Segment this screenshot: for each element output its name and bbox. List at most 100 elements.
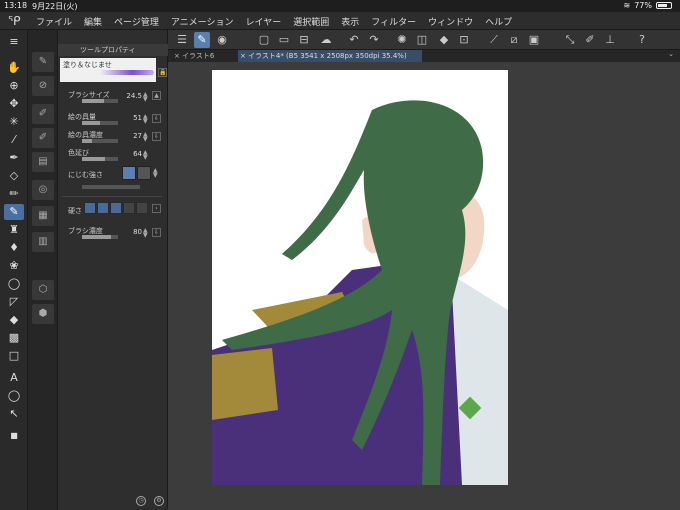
subtool-thick-icon[interactable]: ✐ bbox=[32, 128, 54, 148]
subtool-3d-alt-icon[interactable]: ⬢ bbox=[32, 304, 54, 324]
open-folder-icon[interactable]: ▭ bbox=[276, 32, 292, 48]
menu-edit[interactable]: 編集 bbox=[84, 15, 102, 28]
hardness-step-5[interactable] bbox=[136, 202, 148, 214]
reset-icon[interactable]: ◷ bbox=[136, 496, 146, 506]
subtool-watercolor-icon[interactable]: ✐ bbox=[32, 104, 54, 124]
brush-density-pen-icon[interactable]: ⇩ bbox=[152, 228, 161, 237]
brush-size-value[interactable]: 24.5 bbox=[118, 92, 142, 100]
brush-density-stepper[interactable]: ▲ ▼ bbox=[143, 228, 148, 239]
paint-amount-pen-icon[interactable]: ⇩ bbox=[152, 114, 161, 123]
magic-wand-icon[interactable]: ✳ bbox=[4, 114, 24, 130]
tab-illust4[interactable]: × イラスト4* (B5 3541 x 2508px 350dpi 35.4%) bbox=[238, 50, 422, 62]
hamburger-icon[interactable]: ☰ bbox=[174, 32, 190, 48]
zoom-icon[interactable]: ⊕ bbox=[4, 78, 24, 94]
blend-slider[interactable] bbox=[82, 185, 140, 189]
menu-view[interactable]: 表示 bbox=[341, 15, 359, 28]
menu-layer[interactable]: レイヤー bbox=[246, 15, 282, 28]
menu-help[interactable]: ヘルプ bbox=[485, 15, 512, 28]
crop-icon[interactable]: ⧄ bbox=[506, 32, 522, 48]
subtool-layer-icon[interactable]: ▤ bbox=[32, 152, 54, 172]
undo-icon[interactable]: ↶ bbox=[346, 32, 362, 48]
color-stretch-slider[interactable] bbox=[82, 157, 118, 161]
eraser-icon[interactable]: ◇ bbox=[4, 168, 24, 184]
paint-density-pen-icon[interactable]: ⇩ bbox=[152, 132, 161, 141]
brush-size-stepper[interactable]: ▲ ▼ bbox=[143, 92, 148, 103]
hand-icon[interactable]: ✋ bbox=[4, 60, 24, 76]
brush-size-slider[interactable] bbox=[82, 99, 118, 103]
blend-mode-b-icon[interactable] bbox=[137, 166, 151, 180]
paint-amount-stepper[interactable]: ▲ ▼ bbox=[143, 114, 148, 125]
subtool-brush-icon[interactable]: ✎ bbox=[32, 52, 54, 72]
color-chip[interactable]: ■ bbox=[4, 430, 24, 442]
hardness-step-4[interactable] bbox=[123, 202, 135, 214]
airbrush-icon[interactable]: ♜ bbox=[4, 222, 24, 238]
new-file-icon[interactable]: ▢ bbox=[256, 32, 272, 48]
hardness-step-2[interactable] bbox=[97, 202, 109, 214]
frame-tool-icon[interactable]: □ bbox=[4, 348, 24, 364]
blend-stepper[interactable]: ▲ ▼ bbox=[153, 168, 158, 179]
correct-line-icon[interactable]: ↖ bbox=[4, 406, 24, 422]
brush-size-toggle-icon[interactable]: ▲ bbox=[152, 91, 161, 100]
subtool-material-icon[interactable]: ▥ bbox=[32, 232, 54, 252]
subtool-property-icon[interactable]: ▦ bbox=[32, 206, 54, 226]
brush-preset[interactable]: 塗り＆なじませ bbox=[60, 58, 156, 82]
tab-dropdown-icon[interactable]: ⌄ bbox=[668, 50, 674, 58]
tab-illust6[interactable]: × イラスト6 bbox=[172, 50, 236, 62]
tab-close-icon[interactable]: × bbox=[240, 50, 246, 62]
hardness-step-1[interactable] bbox=[84, 202, 96, 214]
frame-icon[interactable]: ▣ bbox=[526, 32, 542, 48]
pen-smooth-icon[interactable]: ✐ bbox=[582, 32, 598, 48]
paint-density-value[interactable]: 27 bbox=[118, 132, 142, 140]
hardness-expand-icon[interactable]: › bbox=[152, 204, 161, 213]
eye-icon[interactable]: ◉ bbox=[214, 32, 230, 48]
decoration-icon[interactable]: ❀ bbox=[4, 258, 24, 274]
wrench-icon[interactable]: ⚙ bbox=[154, 496, 164, 506]
hardness-selector[interactable] bbox=[84, 202, 150, 216]
fill-icon[interactable]: ◆ bbox=[436, 32, 452, 48]
blend-icon[interactable]: ♦ bbox=[4, 240, 24, 256]
clear-icon[interactable]: ✺ bbox=[394, 32, 410, 48]
paint-amount-value[interactable]: 51 bbox=[118, 114, 142, 122]
pen-ruler-icon[interactable]: ⊥ bbox=[602, 32, 618, 48]
menu-page[interactable]: ページ管理 bbox=[114, 15, 159, 28]
color-stretch-value[interactable]: 64 bbox=[118, 150, 142, 158]
hardness-step-3[interactable] bbox=[110, 202, 122, 214]
preset-lock-icon[interactable]: 🔒 bbox=[158, 68, 167, 77]
clear-selection-icon[interactable]: ◫ bbox=[414, 32, 430, 48]
menu-selection[interactable]: 選択範囲 bbox=[293, 15, 329, 28]
menu-window[interactable]: ウィンドウ bbox=[428, 15, 473, 28]
correction-icon[interactable]: ⤡ bbox=[562, 32, 578, 48]
brush-icon[interactable]: ✎ bbox=[4, 204, 24, 220]
blend-mode-a-icon[interactable] bbox=[122, 166, 136, 180]
gradient-icon[interactable]: ▩ bbox=[4, 330, 24, 346]
lasso-icon[interactable]: ◯ bbox=[4, 276, 24, 292]
transform-icon[interactable]: ⊡ bbox=[456, 32, 472, 48]
paint-density-stepper[interactable]: ▲ ▼ bbox=[143, 132, 148, 143]
tab-close-icon[interactable]: × bbox=[174, 50, 180, 62]
color-stretch-stepper[interactable]: ▲ ▼ bbox=[143, 150, 148, 161]
edit-mode-icon[interactable]: ✎ bbox=[194, 32, 210, 48]
bucket-icon[interactable]: ◆ bbox=[4, 312, 24, 328]
cloud-icon[interactable]: ☁ bbox=[318, 32, 334, 48]
eyedropper-icon[interactable]: ⁄ bbox=[4, 132, 24, 148]
menu-file[interactable]: ファイル bbox=[36, 15, 72, 28]
menu-animation[interactable]: アニメーション bbox=[171, 15, 234, 28]
text-icon[interactable]: A bbox=[4, 370, 24, 386]
ruler-icon[interactable]: ⟋ bbox=[486, 32, 502, 48]
app-logo-icon[interactable]: ᕿ bbox=[8, 14, 22, 28]
pen-icon[interactable]: ✒ bbox=[4, 150, 24, 166]
pencil-icon[interactable]: ✏ bbox=[4, 186, 24, 202]
drawing-canvas[interactable] bbox=[212, 70, 508, 485]
redo-icon[interactable]: ↷ bbox=[366, 32, 382, 48]
save-icon[interactable]: ⊟ bbox=[296, 32, 312, 48]
help-icon[interactable]: ? bbox=[634, 32, 650, 48]
paint-density-slider[interactable] bbox=[82, 139, 118, 143]
balloon-icon[interactable]: ◯ bbox=[4, 388, 24, 404]
brush-density-slider[interactable] bbox=[82, 235, 118, 239]
collapse-icon[interactable]: ≡ bbox=[4, 34, 24, 50]
subtool-settings-icon[interactable]: ⊘ bbox=[32, 76, 54, 96]
subtool-3d-icon[interactable]: ⬡ bbox=[32, 280, 54, 300]
menu-filter[interactable]: フィルター bbox=[371, 15, 416, 28]
brush-density-value[interactable]: 80 bbox=[118, 228, 142, 236]
move-icon[interactable]: ✥ bbox=[4, 96, 24, 112]
